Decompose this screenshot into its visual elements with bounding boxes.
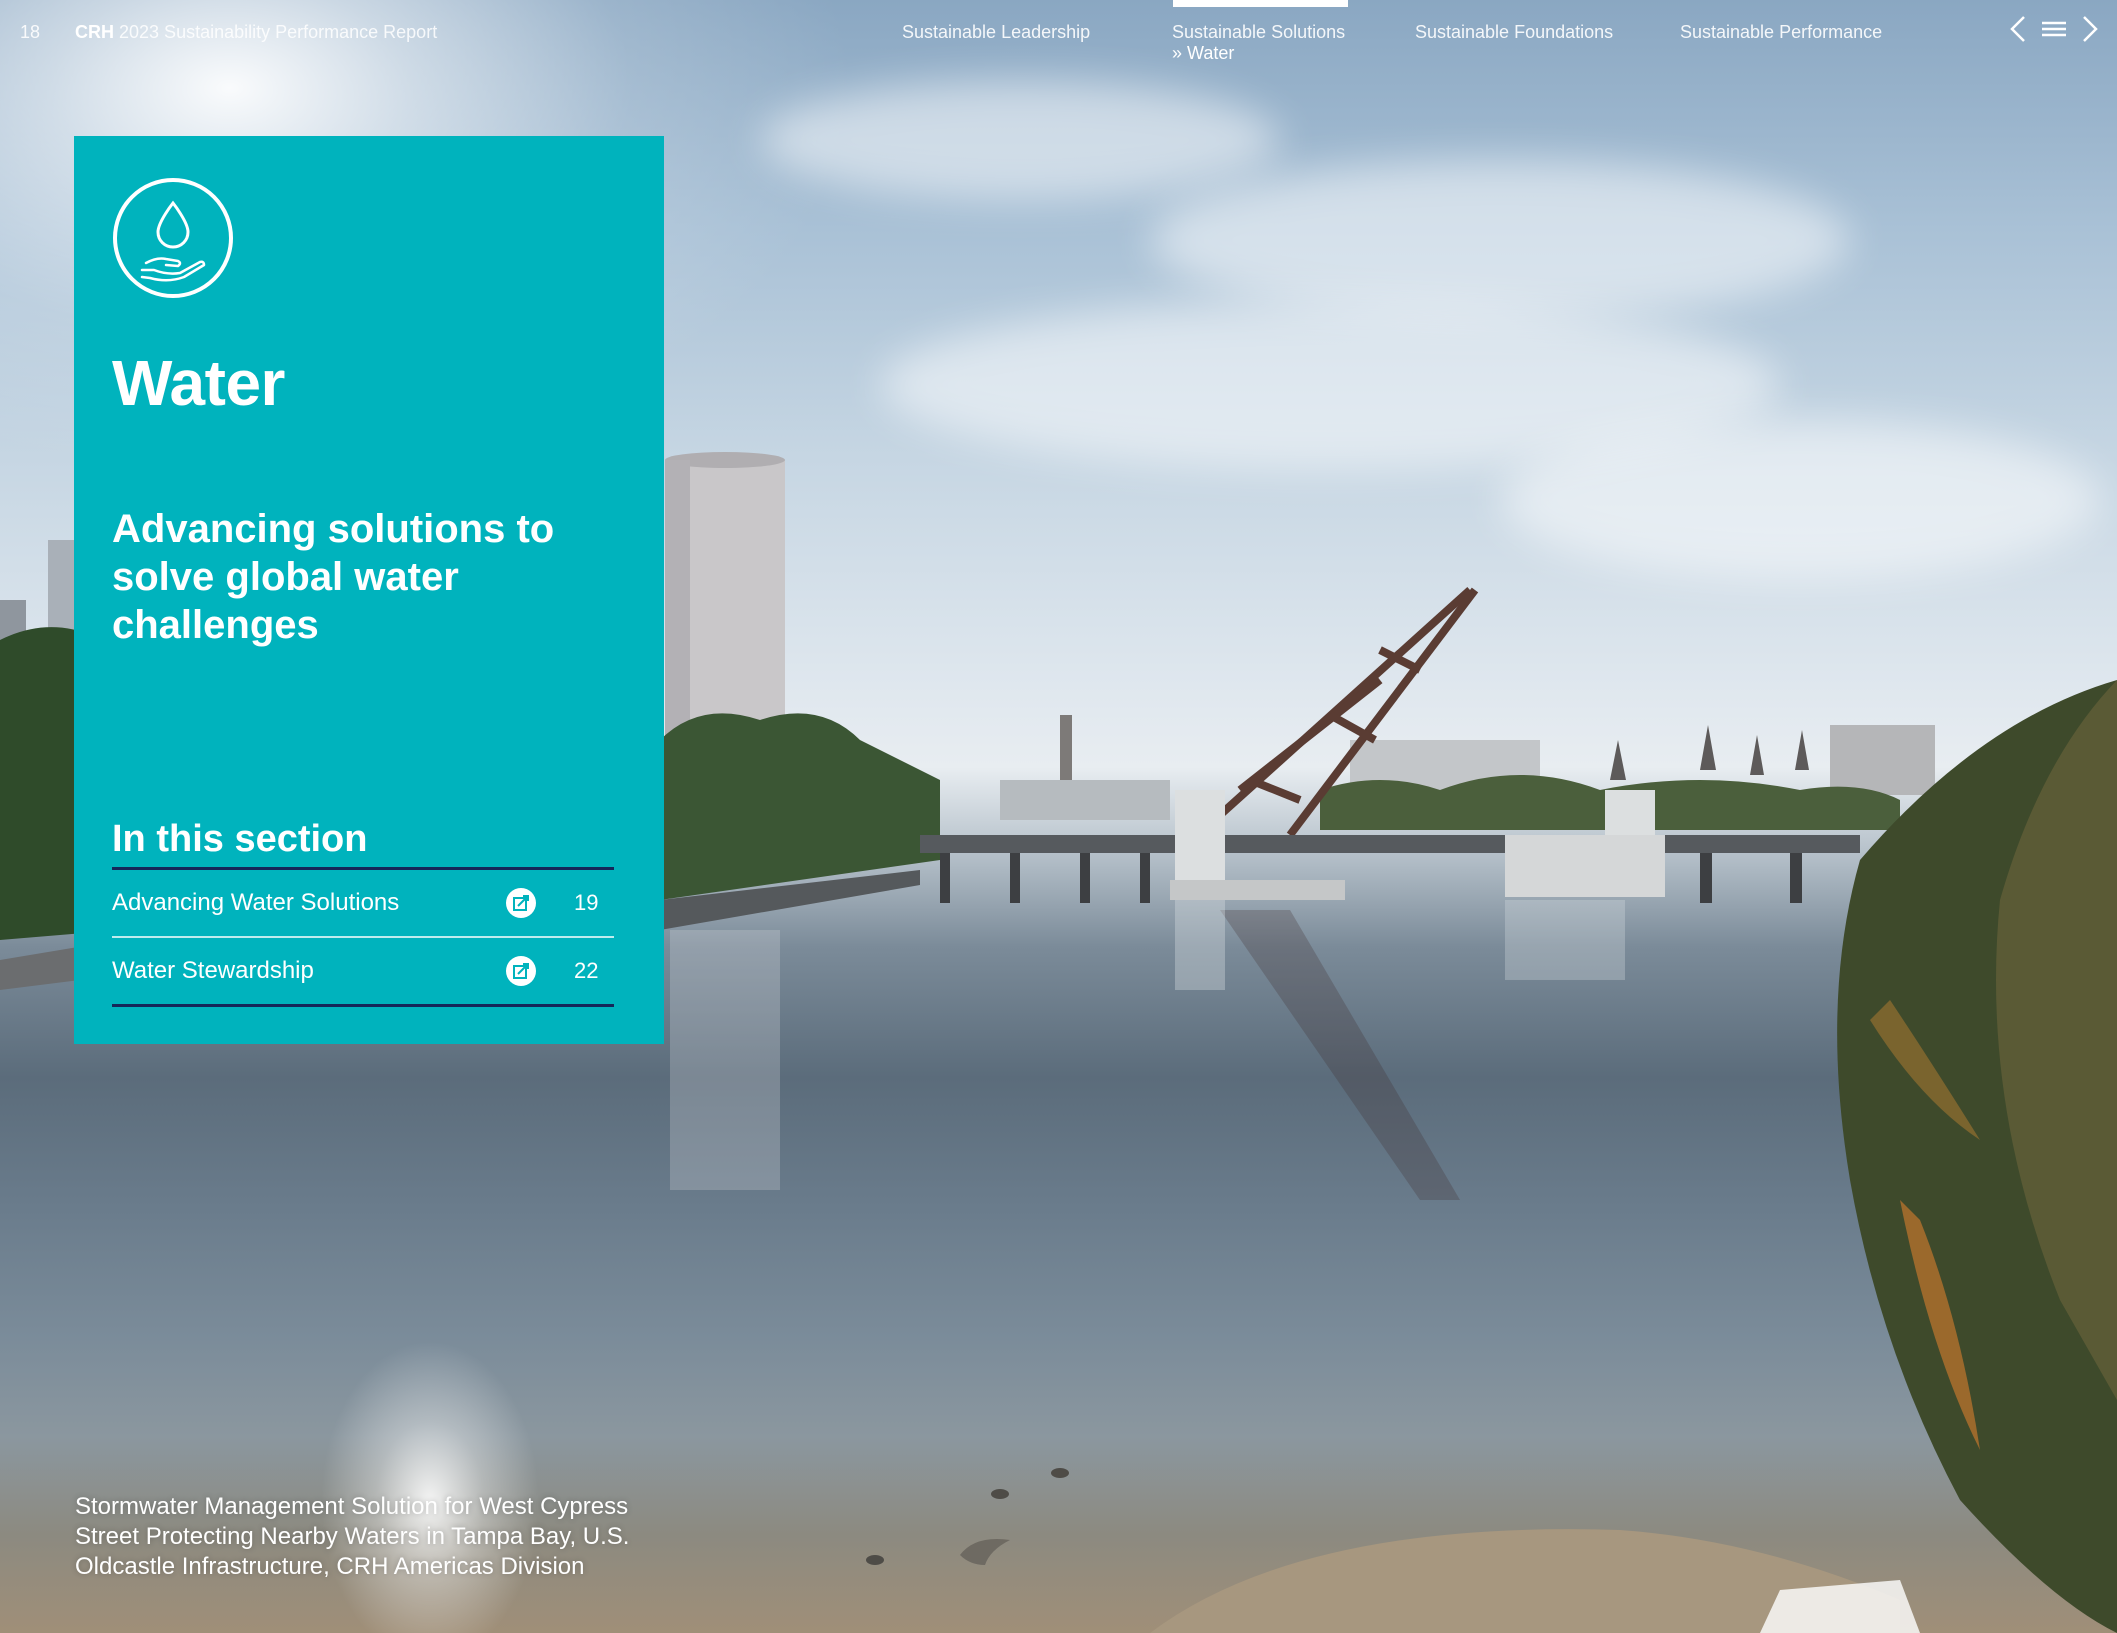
section-link-page[interactable]: 22 — [574, 958, 598, 984]
section-link-label[interactable]: Advancing Water Solutions — [112, 889, 399, 917]
sun-reflection — [320, 1340, 540, 1633]
external-link-icon[interactable] — [505, 887, 537, 919]
in-this-section-heading: In this section — [112, 818, 368, 860]
water-drop-hand-icon — [112, 177, 234, 299]
section-link-water-stewardship[interactable]: Water Stewardship 22 — [112, 938, 614, 1007]
chevron-right-icon[interactable] — [2076, 14, 2102, 44]
chevron-left-icon[interactable] — [2006, 14, 2032, 44]
report-title-text: 2023 Sustainability Performance Report — [119, 22, 438, 42]
section-link-page[interactable]: 19 — [574, 890, 598, 916]
nav-sustainable-performance[interactable]: Sustainable Performance — [1680, 22, 1882, 43]
section-list: Advancing Water Solutions 19 Water Stewa… — [112, 867, 614, 1007]
nav-current-subsection[interactable]: » Water — [1172, 43, 1234, 64]
section-link-label[interactable]: Water Stewardship — [112, 957, 314, 985]
nav-active-indicator — [1173, 0, 1348, 7]
section-link-advancing-water-solutions[interactable]: Advancing Water Solutions 19 — [112, 870, 614, 938]
caption-line: Oldcastle Infrastructure, CRH Americas D… — [75, 1553, 585, 1580]
caption-line: Stormwater Management Solution for West … — [75, 1493, 629, 1520]
section-panel: Water Advancing solutions to solve globa… — [74, 136, 664, 1044]
photo-caption: Stormwater Management Solution for West … — [75, 1492, 695, 1582]
nav-sustainable-foundations[interactable]: Sustainable Foundations — [1415, 22, 1613, 43]
external-link-icon[interactable] — [505, 955, 537, 987]
page-number: 18 — [20, 22, 41, 42]
nav-sustainable-solutions[interactable]: Sustainable Solutions — [1172, 22, 1345, 43]
page-subtitle: Advancing solutions to solve global wate… — [112, 507, 555, 647]
top-navigation: 18 CRH 2023 Sustainability Performance R… — [0, 0, 2117, 70]
report-title[interactable]: CRH 2023 Sustainability Performance Repo… — [75, 22, 437, 43]
nav-sustainable-leadership[interactable]: Sustainable Leadership — [902, 22, 1090, 43]
page-title: Water — [112, 347, 285, 419]
hamburger-menu-icon[interactable] — [2040, 14, 2068, 44]
brand-name: CRH — [75, 22, 114, 42]
caption-line: Street Protecting Nearby Waters in Tampa… — [75, 1523, 630, 1550]
